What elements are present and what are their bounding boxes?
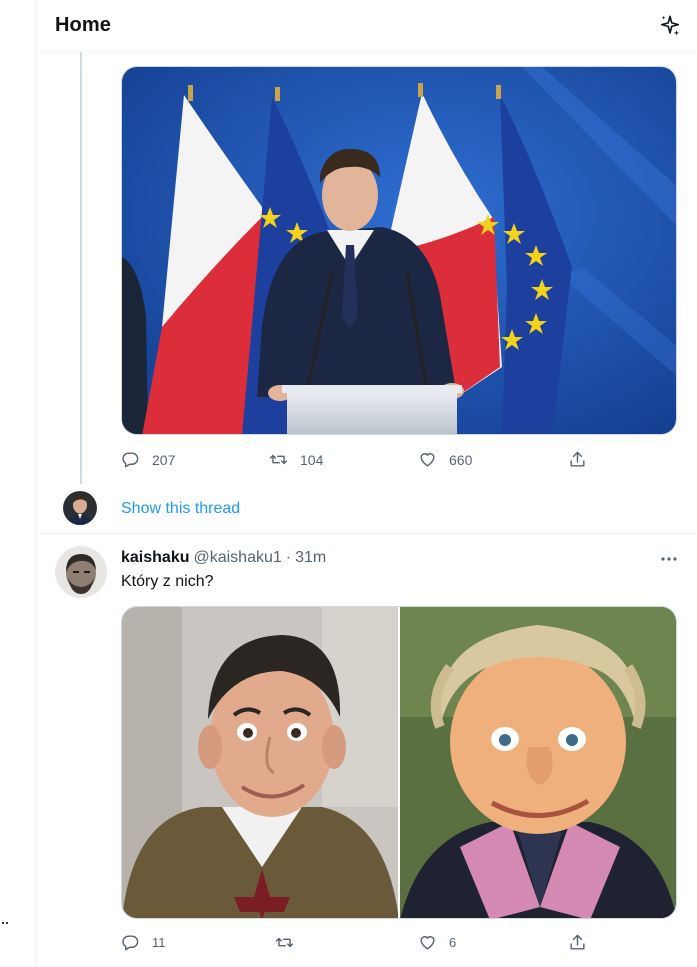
share-button[interactable] xyxy=(568,933,587,952)
retweet-button[interactable]: 104 xyxy=(269,450,323,469)
author-name[interactable]: kaishaku xyxy=(121,549,189,567)
like-count: 6 xyxy=(449,935,457,950)
thread-line xyxy=(80,52,82,484)
tweet-image-left[interactable] xyxy=(122,607,398,918)
avatar[interactable] xyxy=(63,491,97,525)
show-thread-row[interactable]: Show this thread xyxy=(38,486,697,534)
retweet-icon xyxy=(275,937,294,948)
show-thread-link[interactable]: Show this thread xyxy=(121,500,240,518)
tweet[interactable]: kaishaku @kaishaku1 · 31m Który z nich? xyxy=(38,535,697,967)
timestamp[interactable]: 31m xyxy=(295,549,326,567)
reply-count: 11 xyxy=(152,935,166,950)
tweet-image-right[interactable] xyxy=(400,607,676,918)
tweet-header: kaishaku @kaishaku1 · 31m xyxy=(121,549,326,567)
sparkle-icon[interactable] xyxy=(659,15,681,37)
separator: · xyxy=(285,549,292,566)
heart-icon xyxy=(420,453,435,467)
author-handle[interactable]: @kaishaku1 xyxy=(193,549,281,567)
share-icon xyxy=(570,934,585,950)
tweet-text: Który z nich? xyxy=(121,573,214,590)
like-button[interactable]: 660 xyxy=(418,450,472,469)
page-title: Home xyxy=(55,14,111,36)
avatar[interactable] xyxy=(55,546,107,598)
share-button[interactable] xyxy=(568,450,587,469)
reply-button[interactable]: 11 xyxy=(121,933,166,952)
like-button[interactable]: 6 xyxy=(418,933,456,952)
reply-count: 207 xyxy=(152,451,176,468)
reply-icon xyxy=(122,452,139,468)
retweet-button[interactable] xyxy=(275,933,306,952)
reply-icon xyxy=(122,935,139,951)
left-sidebar-edge xyxy=(0,0,37,967)
heart-icon xyxy=(420,936,435,950)
tweet-media-grid xyxy=(121,606,677,919)
like-count: 660 xyxy=(449,451,473,468)
retweet-icon xyxy=(269,454,288,465)
home-header: Home xyxy=(38,0,697,52)
more-options-icon[interactable] xyxy=(659,549,679,574)
retweet-count: 104 xyxy=(300,451,324,468)
share-icon xyxy=(570,451,585,467)
reply-button[interactable]: 207 xyxy=(121,450,175,469)
more-dots[interactable]: ·· xyxy=(0,912,10,933)
tweet-image-press-conference[interactable] xyxy=(121,66,677,435)
